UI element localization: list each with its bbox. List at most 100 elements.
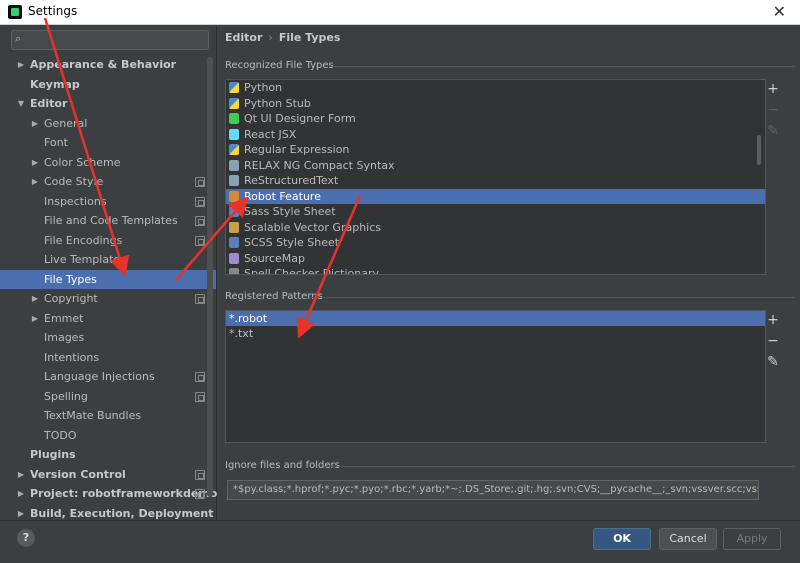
file-type-icon [229, 190, 239, 202]
cancel-button[interactable]: Cancel [659, 528, 717, 550]
sidebar-item-label: Plugins [30, 448, 76, 461]
sidebar-item-keymap[interactable]: Keymap [0, 75, 216, 95]
sidebar-item-textmate-bundles[interactable]: TextMate Bundles [0, 406, 216, 426]
expanded-arrow-icon[interactable]: ▼ [16, 94, 26, 114]
collapsed-arrow-icon[interactable]: ▶ [16, 55, 26, 75]
file-type-name: Qt UI Designer Form [244, 112, 356, 125]
sidebar-item-label: TextMate Bundles [44, 409, 142, 422]
file-type-icon [229, 97, 239, 109]
file-type-item[interactable]: Sass Style Sheet [226, 204, 765, 220]
project-scope-icon [195, 469, 205, 480]
pattern-item[interactable]: *.robot [226, 311, 765, 326]
sidebar-item-editor[interactable]: ▼ Editor [0, 94, 216, 114]
breadcrumb-parent[interactable]: Editor [225, 31, 262, 44]
sidebar-item-label: Keymap [30, 77, 80, 91]
file-types-edit-icon: ✎ [767, 123, 779, 139]
sidebar-item-code-style[interactable]: ▶ Code Style [0, 172, 216, 192]
file-type-name: Python [244, 81, 283, 94]
sidebar-item-inspections[interactable]: Inspections [0, 192, 216, 212]
collapsed-arrow-icon[interactable]: ▶ [30, 114, 40, 134]
apply-button[interactable]: Apply [723, 528, 781, 550]
patterns-add-icon[interactable]: + [765, 310, 781, 331]
sidebar-item-label: TODO [44, 428, 77, 442]
patterns-edit-icon[interactable]: ✎ [765, 352, 781, 373]
project-scope-icon [195, 489, 205, 499]
file-type-item[interactable]: React JSX [226, 127, 765, 143]
collapsed-arrow-icon[interactable]: ▶ [16, 484, 26, 504]
ok-button[interactable]: OK [593, 528, 651, 550]
sidebar-item-file-and-code-templates[interactable]: File and Code Templates [0, 211, 216, 231]
sidebar-item-emmet[interactable]: ▶ Emmet [0, 309, 216, 329]
file-type-name: Sass Style Sheet [244, 205, 336, 218]
settings-window: Settings ✕ ⌕ ▶ Appearance & Behavior Keyma… [0, 0, 800, 563]
file-type-item[interactable]: ReStructuredText [226, 173, 765, 189]
sidebar-item-file-types[interactable]: File Types [0, 269, 216, 289]
sidebar-item-images[interactable]: Images [0, 328, 216, 348]
file-type-item[interactable]: Python [226, 80, 765, 96]
sidebar-item-label: Appearance & Behavior [30, 58, 177, 71]
sidebar-item-label: Code Style [44, 175, 104, 188]
sidebar-item-live-templates[interactable]: Live Templates [0, 250, 216, 270]
sidebar-item-label: File Types [44, 272, 97, 286]
file-type-name: ReStructuredText [244, 174, 339, 187]
sidebar-item-intentions[interactable]: Intentions [0, 348, 216, 368]
close-icon[interactable]: ✕ [773, 2, 786, 21]
breadcrumb: Editor › File Types [225, 31, 340, 44]
sidebar-item-label: Inspections [44, 194, 107, 208]
group-divider [324, 466, 795, 467]
sidebar-item-label: Project: robotframeworkdemo [30, 487, 218, 500]
sidebar-scrollbar[interactable] [207, 57, 213, 497]
sidebar-item-file-encodings[interactable]: File Encodings [0, 231, 216, 251]
sidebar-item-label: Spelling [44, 389, 88, 403]
search-input[interactable] [30, 32, 204, 48]
file-type-icon [229, 113, 239, 124]
file-types-toolbar: + − ✎ [765, 79, 781, 142]
file-type-item[interactable]: Scalable Vector Graphics [226, 220, 765, 236]
file-type-item[interactable]: Python Stub [226, 96, 765, 112]
sidebar-item-copyright[interactable]: ▶ Copyright [0, 289, 216, 309]
sidebar-item-font[interactable]: Font [0, 133, 216, 153]
sidebar-item-general[interactable]: ▶ General [0, 114, 216, 134]
file-types-add-icon[interactable]: + [765, 79, 781, 100]
project-scope-icon [195, 235, 205, 246]
settings-search[interactable]: ⌕ [11, 30, 209, 50]
sidebar-item-color-scheme[interactable]: ▶ Color Scheme [0, 153, 216, 173]
sidebar-item-label: Intentions [44, 350, 100, 364]
project-scope-icon [195, 196, 205, 207]
sidebar-item-plugins[interactable]: Plugins [0, 445, 216, 465]
help-button[interactable]: ? [17, 529, 35, 547]
collapsed-arrow-icon[interactable]: ▶ [30, 289, 40, 309]
sidebar-item-todo[interactable]: TODO [0, 426, 216, 446]
file-type-item[interactable]: Qt UI Designer Form [226, 111, 765, 127]
sidebar-item-appearance-behavior[interactable]: ▶ Appearance & Behavior [0, 55, 216, 75]
ignore-files-input[interactable]: *$py.class;*.hprof;*.pyc;*.pyo;*.rbc;*.y… [227, 480, 759, 500]
sidebar-item-language-injections[interactable]: Language Injections [0, 367, 216, 387]
file-type-item[interactable]: RELAX NG Compact Syntax [226, 158, 765, 174]
file-type-item[interactable]: SourceMap [226, 251, 765, 267]
collapsed-arrow-icon[interactable]: ▶ [16, 465, 26, 485]
sidebar-item-spelling[interactable]: Spelling [0, 387, 216, 407]
registered-patterns-list[interactable]: *.robot *.txt [225, 310, 766, 443]
sidebar-item-version-control[interactable]: ▶ Version Control [0, 465, 216, 485]
sidebar-item-project-robotframeworkdemo[interactable]: ▶ Project: robotframeworkdemo [0, 484, 218, 504]
file-type-item[interactable]: Regular Expression [226, 142, 765, 158]
collapsed-arrow-icon[interactable]: ▶ [30, 172, 40, 192]
search-icon: ⌕ [15, 32, 22, 45]
file-types-scrollbar[interactable] [757, 135, 761, 165]
file-type-item[interactable]: Spell Checker Dictionary [226, 266, 765, 274]
file-type-item[interactable]: SCSS Style Sheet [226, 235, 765, 251]
patterns-remove-icon[interactable]: − [765, 331, 781, 352]
file-type-item[interactable]: Robot Feature [226, 188, 765, 204]
sidebar-item-label: Images [44, 331, 85, 344]
file-type-icon [229, 237, 239, 248]
sidebar-item-label: Copyright [44, 292, 98, 305]
recognized-file-types-list[interactable]: Python Python Stub Qt UI Designer Form Reac… [225, 79, 766, 275]
file-type-icon [229, 206, 239, 217]
collapsed-arrow-icon[interactable]: ▶ [30, 309, 40, 329]
file-type-name: Python Stub [244, 96, 311, 110]
project-scope-icon [195, 294, 205, 304]
file-type-name: React JSX [244, 127, 297, 141]
collapsed-arrow-icon[interactable]: ▶ [30, 153, 40, 173]
pattern-item[interactable]: *.txt [226, 326, 765, 341]
file-type-name: Regular Expression [244, 143, 350, 156]
